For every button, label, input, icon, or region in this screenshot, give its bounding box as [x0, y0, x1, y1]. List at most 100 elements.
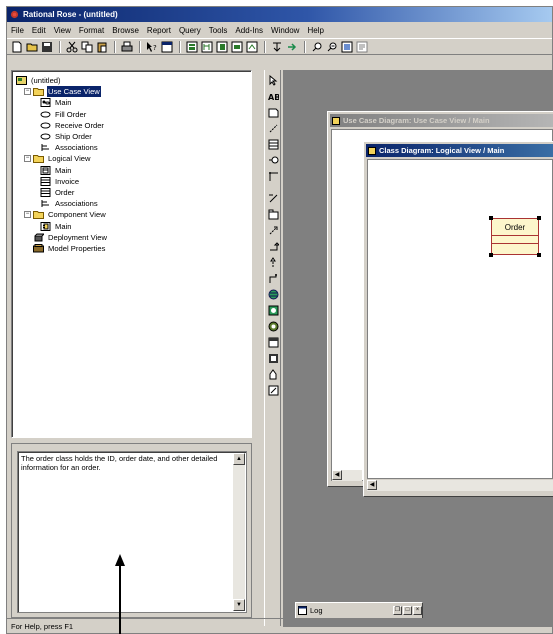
scroll-left-icon[interactable]: ◀ — [367, 480, 377, 490]
selection-handle[interactable] — [489, 253, 493, 257]
aggregation-tool-icon[interactable] — [267, 192, 279, 204]
anchor-note-tool-icon[interactable] — [267, 122, 279, 134]
selection-handle[interactable] — [537, 253, 541, 257]
fit-window-icon[interactable] — [341, 41, 353, 53]
generalization-tool-icon[interactable] — [267, 240, 279, 252]
tree-item[interactable]: Fill Order — [16, 109, 248, 120]
tree-item[interactable]: Associations — [16, 142, 248, 153]
interface-tool-icon[interactable] — [267, 154, 279, 166]
tree-item[interactable]: Invoice — [16, 176, 248, 187]
context-help-icon[interactable]: ? — [146, 41, 158, 53]
open-icon[interactable] — [26, 41, 38, 53]
view-doc-icon[interactable] — [161, 41, 173, 53]
browse-parent-icon[interactable] — [246, 41, 258, 53]
entity-tool-icon[interactable] — [267, 304, 279, 316]
menu-tools[interactable]: Tools — [209, 26, 228, 35]
maximize-icon[interactable]: □ — [403, 606, 412, 615]
scroll-up-icon[interactable]: ▲ — [233, 453, 245, 465]
use-case-icon — [40, 110, 51, 119]
browse-interaction-icon[interactable] — [201, 41, 213, 53]
select-tool-icon[interactable] — [267, 74, 279, 86]
menu-help[interactable]: Help — [307, 26, 323, 35]
title-bar[interactable]: Rational Rose - (untitled) — [7, 7, 552, 22]
tree-item[interactable]: Main — [16, 97, 248, 108]
horizontal-scrollbar[interactable]: ◀ — [367, 480, 553, 491]
svg-text:ABC: ABC — [268, 93, 279, 102]
minimized-log-window[interactable]: Log ❐ □ × — [295, 602, 423, 619]
class-diagram-window[interactable]: Class Diagram: Logical View / Main Order… — [363, 141, 553, 497]
tree-logical-view[interactable]: − Logical View — [16, 153, 248, 164]
tree-deployment-view[interactable]: Deployment View — [16, 232, 248, 243]
tree-use-case-view[interactable]: − Use Case View — [16, 86, 248, 98]
menu-query[interactable]: Query — [179, 26, 201, 35]
dependency-tool-icon[interactable] — [267, 224, 279, 236]
tree-item[interactable]: Associations — [16, 198, 248, 209]
selection-handle[interactable] — [489, 216, 493, 220]
cut-icon[interactable] — [66, 41, 78, 53]
association-tool-icon[interactable] — [267, 170, 279, 182]
use-case-diagram-titlebar[interactable]: Use Case Diagram: Use Case View / Main — [330, 114, 553, 127]
horizontal-scrollbar[interactable]: ◀ — [332, 470, 362, 481]
note-edit-tool-icon[interactable] — [267, 384, 279, 396]
browse-deployment-icon[interactable] — [231, 41, 243, 53]
globe-tool-icon[interactable] — [267, 288, 279, 300]
tree-label: Component View — [48, 210, 106, 220]
window-title: Rational Rose - (untitled) — [23, 10, 118, 19]
print-icon[interactable] — [121, 41, 133, 53]
menu-edit[interactable]: Edit — [32, 26, 46, 35]
class-tool-icon[interactable] — [267, 138, 279, 150]
scroll-down-icon[interactable]: ▼ — [233, 599, 245, 611]
tree-item[interactable]: Order — [16, 187, 248, 198]
collapse-icon[interactable]: − — [24, 155, 31, 163]
realize-tool-icon[interactable] — [267, 256, 279, 268]
collapse-icon[interactable]: − — [24, 88, 31, 96]
link-attribute-tool-icon[interactable] — [267, 272, 279, 284]
menu-file[interactable]: File — [11, 26, 24, 35]
tree-label: Order — [55, 187, 75, 197]
class-diagram-canvas[interactable]: Order — [367, 159, 553, 479]
paste-icon[interactable] — [96, 41, 108, 53]
zoom-out-icon[interactable] — [326, 41, 338, 53]
menu-view[interactable]: View — [54, 26, 71, 35]
tree-item[interactable]: Main — [16, 220, 248, 231]
boundary-tool-icon[interactable] — [267, 336, 279, 348]
selection-handle[interactable] — [537, 216, 541, 220]
save-icon[interactable] — [41, 41, 53, 53]
browse-next-icon[interactable] — [286, 41, 298, 53]
domain-tool-icon[interactable] — [267, 368, 279, 380]
use-case-diagram-title: Use Case Diagram: Use Case View / Main — [343, 116, 490, 125]
browse-previous-icon[interactable] — [271, 41, 283, 53]
documentation-scrollbar[interactable]: ▲ ▼ — [233, 453, 245, 611]
tree-item[interactable]: Receive Order — [16, 120, 248, 131]
close-icon[interactable]: × — [413, 606, 422, 615]
tree-component-view[interactable]: − Component View — [16, 209, 248, 220]
menu-add-ins[interactable]: Add-Ins — [235, 26, 263, 35]
menu-browse[interactable]: Browse — [112, 26, 139, 35]
package-tool-icon[interactable] — [267, 208, 279, 220]
class-diagram-titlebar[interactable]: Class Diagram: Logical View / Main — [366, 144, 553, 157]
collapse-icon[interactable]: − — [24, 211, 31, 219]
control-tool-icon[interactable] — [267, 320, 279, 332]
new-icon[interactable] — [11, 41, 23, 53]
model-browser[interactable]: (untitled) − Use Case View Main Fill Ord… — [11, 70, 252, 438]
class-order[interactable]: Order — [491, 218, 539, 255]
text-tool-icon[interactable]: ABC — [267, 90, 279, 102]
table-tool-icon[interactable] — [267, 352, 279, 364]
browse-class-icon[interactable] — [186, 41, 198, 53]
browse-component-icon[interactable] — [216, 41, 228, 53]
tree-root[interactable]: (untitled) — [16, 75, 248, 86]
svg-text:?: ? — [153, 44, 157, 52]
tree-item[interactable]: Ship Order — [16, 131, 248, 142]
menu-report[interactable]: Report — [147, 26, 171, 35]
copy-icon[interactable] — [81, 41, 93, 53]
scroll-left-icon[interactable]: ◀ — [332, 470, 342, 480]
undo-fit-icon[interactable] — [356, 41, 368, 53]
zoom-in-icon[interactable] — [311, 41, 323, 53]
menu-window[interactable]: Window — [271, 26, 299, 35]
restore-icon[interactable]: ❐ — [393, 606, 402, 615]
menu-format[interactable]: Format — [79, 26, 104, 35]
note-tool-icon[interactable] — [267, 106, 279, 118]
tree-item[interactable]: Main — [16, 165, 248, 176]
tree-model-properties[interactable]: Model Properties — [16, 243, 248, 254]
documentation-textarea[interactable]: The order class holds the ID, order date… — [17, 451, 247, 613]
